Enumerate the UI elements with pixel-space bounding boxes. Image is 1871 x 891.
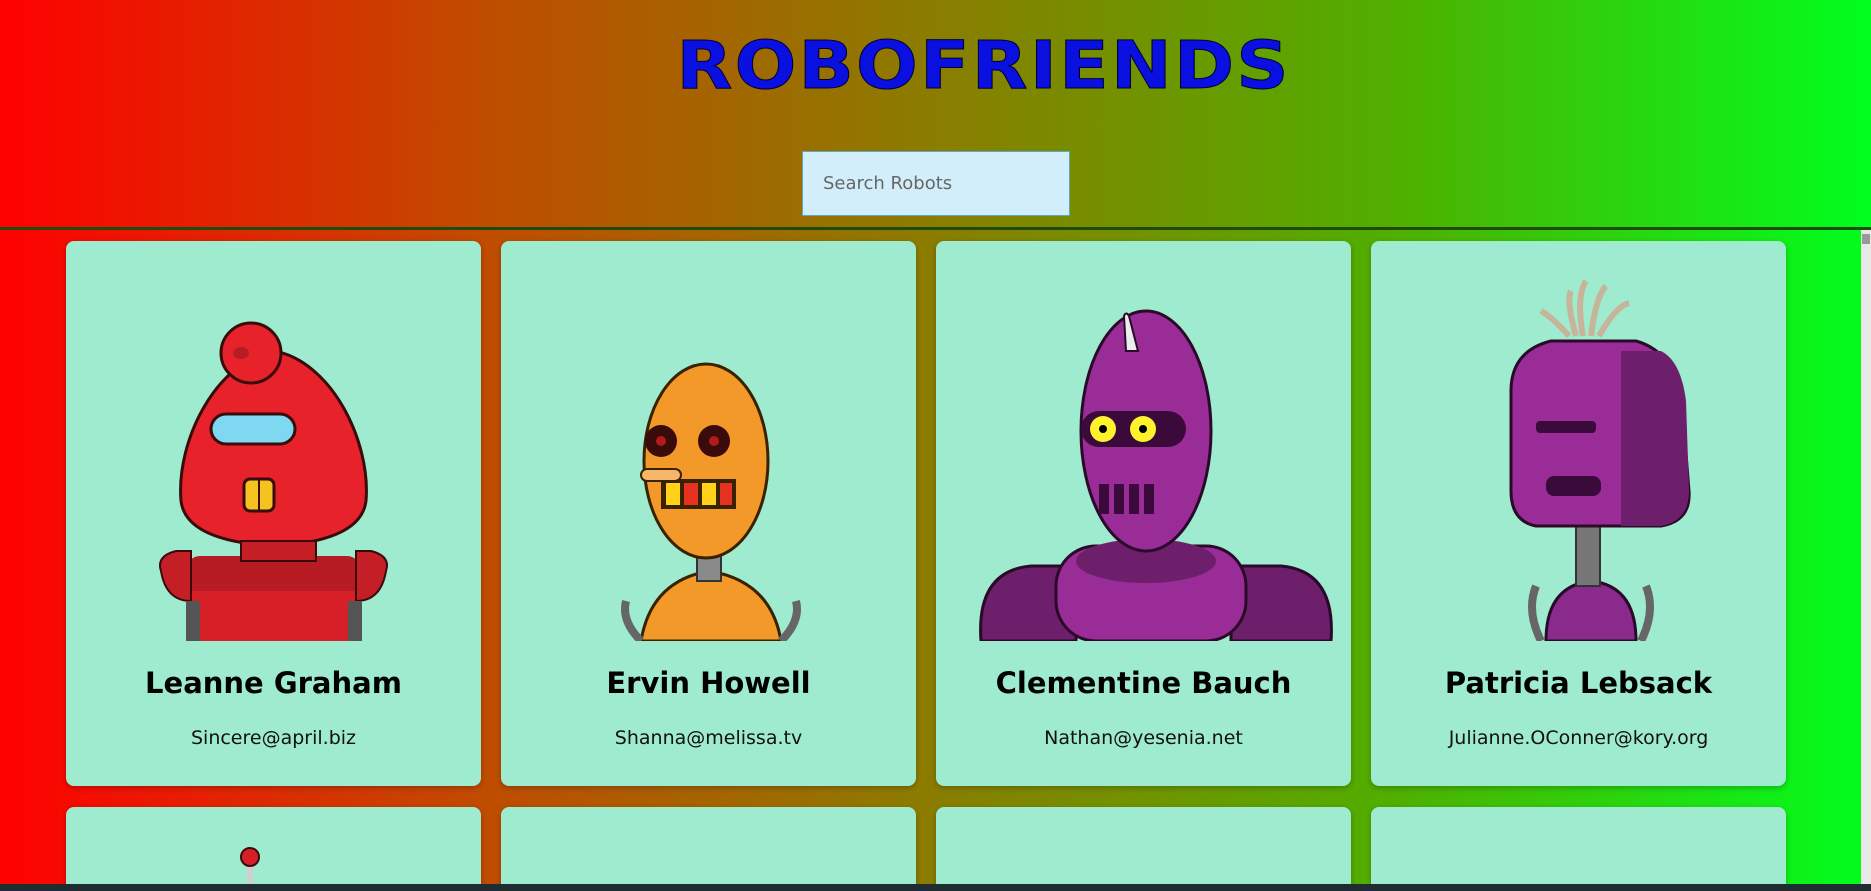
robot-avatar bbox=[1509, 279, 1691, 641]
robot-name: Patricia Lebsack bbox=[1444, 666, 1713, 700]
vertical-scrollbar[interactable] bbox=[1861, 230, 1871, 884]
robot-name: Ervin Howell bbox=[606, 666, 811, 700]
card-list[interactable]: Leanne Graham Sincere@april.biz Ervin Ho… bbox=[0, 230, 1860, 884]
robot-card[interactable]: Leanne Graham Sincere@april.biz bbox=[66, 241, 481, 786]
robot-email: Nathan@yesenia.net bbox=[1044, 727, 1243, 749]
robot-card[interactable]: Clementine Bauch Nathan@yesenia.net bbox=[936, 241, 1351, 786]
robot-card[interactable] bbox=[501, 807, 916, 884]
robot-email: Shanna@melissa.tv bbox=[614, 727, 803, 749]
robot-email: Sincere@april.biz bbox=[190, 727, 357, 749]
robot-name: Leanne Graham bbox=[145, 666, 402, 700]
robot-card[interactable] bbox=[936, 807, 1351, 884]
taskbar bbox=[0, 884, 1871, 891]
robot-avatar bbox=[621, 362, 801, 641]
robot-avatar bbox=[240, 847, 260, 884]
robot-card[interactable]: Patricia Lebsack Julianne.OConner@kory.o… bbox=[1371, 241, 1786, 786]
app-title: ROBOFRIENDS bbox=[676, 27, 1291, 104]
search-input[interactable] bbox=[802, 151, 1070, 216]
robot-card[interactable] bbox=[66, 807, 481, 884]
robot-card[interactable]: Ervin Howell Shanna@melissa.tv bbox=[501, 241, 916, 786]
robot-email: Julianne.OConner@kory.org bbox=[1448, 727, 1709, 749]
header: ROBOFRIENDS bbox=[0, 0, 1871, 228]
robot-name: Clementine Bauch bbox=[995, 666, 1292, 700]
robot-card[interactable] bbox=[1371, 807, 1786, 884]
robot-avatar bbox=[159, 321, 388, 641]
scrollbar-thumb[interactable] bbox=[1862, 234, 1870, 244]
robot-avatar bbox=[979, 309, 1333, 641]
